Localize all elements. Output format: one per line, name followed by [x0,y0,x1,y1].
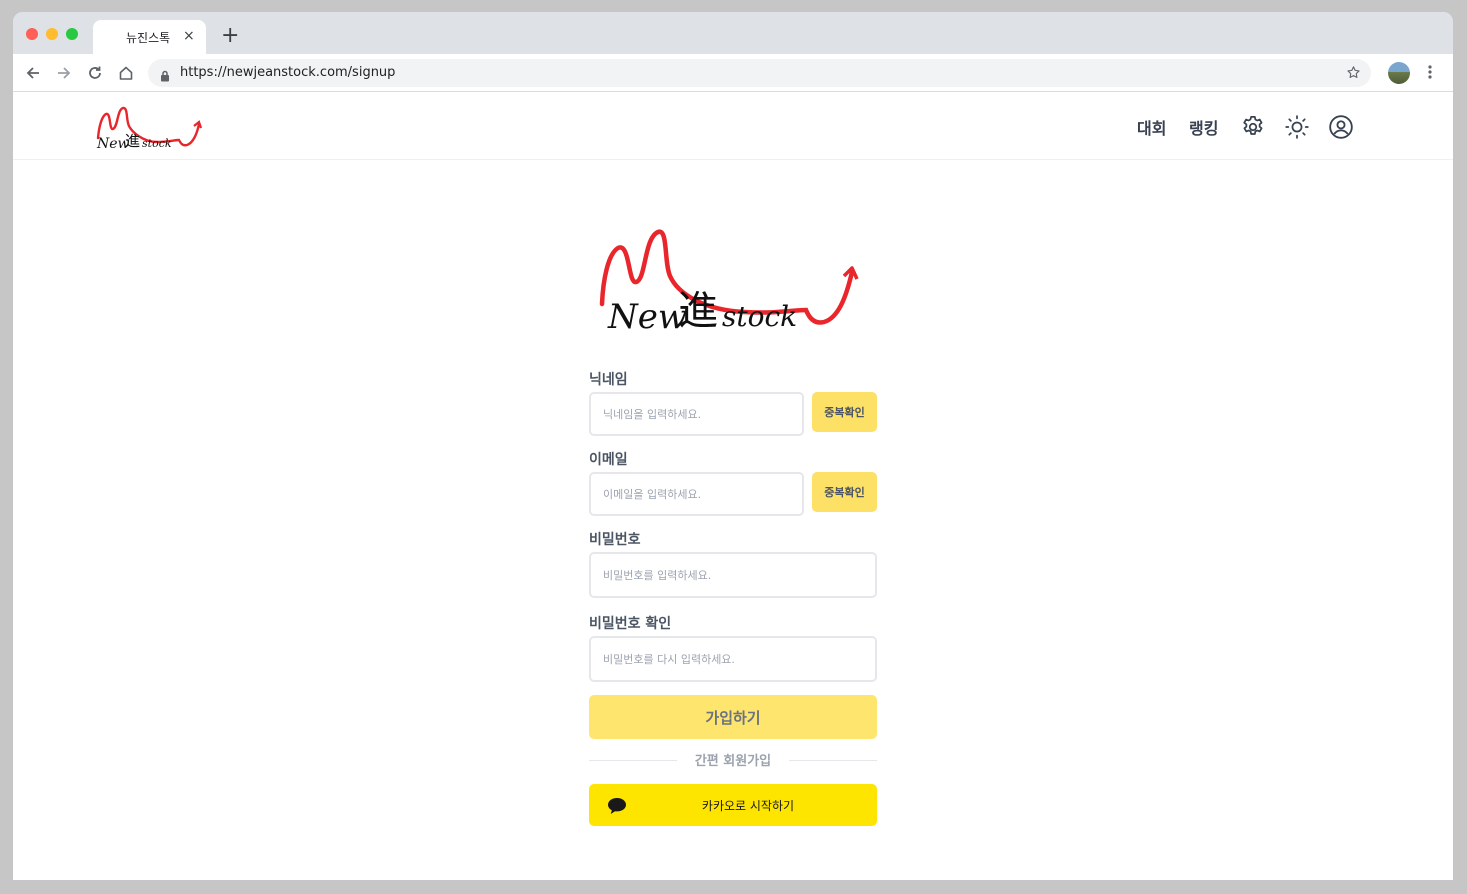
tab-bar: 뉴진스톡 × + [13,12,1453,54]
password-confirm-label: 비밀번호 확인 [589,616,672,632]
url-text: https://newjeanstock.com/signup [180,65,396,80]
nickname-check-button[interactable]: 중복확인 [812,392,877,432]
kebab-menu-icon[interactable] [1427,64,1433,84]
password-input[interactable] [589,552,877,598]
email-check-button[interactable]: 중복확인 [812,472,877,512]
user-circle-icon[interactable] [1328,114,1354,140]
new-tab-button[interactable]: + [221,25,239,47]
lock-icon [160,67,170,86]
back-arrow-icon[interactable] [23,63,43,83]
profile-avatar[interactable] [1388,62,1410,84]
email-input[interactable] [589,472,804,516]
nickname-input[interactable] [589,392,804,436]
page-content: New 進 stock 대회 랭킹 New 進 stock 닉네임 닉네임을 입… [13,92,1453,880]
nickname-label: 닉네임 [589,372,628,388]
browser-window: 뉴진스톡 × + https://newjeanstock.com/signup [13,12,1453,880]
star-icon[interactable] [1346,65,1361,84]
close-window-button[interactable] [26,28,38,40]
password-confirm-input[interactable] [589,636,877,682]
home-icon[interactable] [116,63,136,83]
kakao-login-button[interactable]: 카카오로 시작하기 [589,784,877,826]
tab-close-icon[interactable]: × [183,28,195,44]
svg-text:stock: stock [142,137,172,150]
site-header: New 進 stock 대회 랭킹 [13,92,1453,160]
sun-icon[interactable] [1284,114,1310,140]
tab-title: 뉴진스톡 [126,31,171,45]
browser-toolbar: https://newjeanstock.com/signup [13,54,1453,92]
divider-text: 간편 회원가입 [694,754,772,769]
main-logo: New 進 stock [594,224,874,340]
gear-icon[interactable] [1240,114,1266,140]
easy-signup-divider: 간편 회원가입 [589,750,877,770]
browser-tab[interactable]: 뉴진스톡 × [93,20,206,54]
svg-text:New: New [607,297,687,336]
svg-text:stock: stock [722,300,797,333]
password-label: 비밀번호 [589,532,641,548]
nav-competition[interactable]: 대회 [1137,115,1166,139]
site-logo[interactable]: New 進 stock [95,104,205,154]
email-label: 이메일 [589,452,628,468]
signup-button[interactable]: 가입하기 [589,695,877,739]
address-bar[interactable]: https://newjeanstock.com/signup [148,59,1371,87]
forward-arrow-icon[interactable] [54,63,74,83]
svg-text:進: 進 [125,132,140,150]
nav-ranking[interactable]: 랭킹 [1189,115,1218,139]
maximize-window-button[interactable] [66,28,78,40]
minimize-window-button[interactable] [46,28,58,40]
kakao-login-label: 카카오로 시작하기 [701,799,795,813]
reload-icon[interactable] [85,63,105,83]
svg-text:進: 進 [678,288,718,334]
